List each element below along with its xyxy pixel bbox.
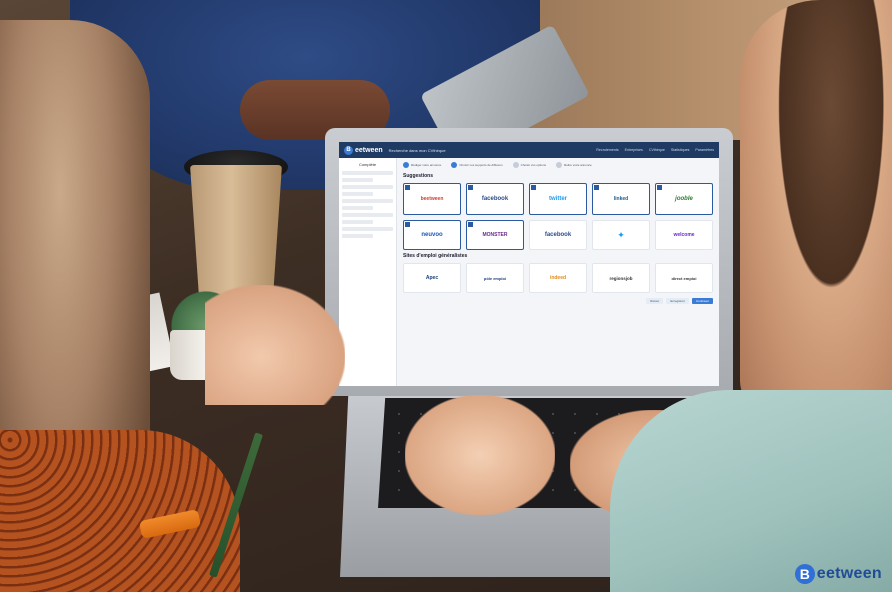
selected-tag [405, 222, 410, 227]
job-board-card[interactable]: jooble [655, 183, 713, 215]
card-logo-text: neuvoo [421, 232, 443, 238]
save-button[interactable]: Enregistrer [666, 298, 689, 304]
footer-buttons: Retour Enregistrer Continuer [403, 298, 713, 304]
card-logo-text: facebook [481, 196, 509, 202]
main-content: Rédiger votre annonce Choisir vos suppor… [397, 158, 719, 386]
sidebar-row[interactable] [342, 213, 393, 217]
job-board-card[interactable]: beetween [403, 183, 461, 215]
logo-text: eetween [355, 146, 383, 154]
back-button[interactable]: Retour [646, 298, 664, 304]
job-board-card[interactable]: regionsjob [592, 263, 650, 293]
card-logo-text: MONSTER [482, 232, 508, 238]
section-title-suggestions: Suggestions [403, 173, 434, 179]
card-logo-text: direct emploi [671, 275, 697, 281]
card-logo-text: jooble [675, 196, 693, 202]
photo-scene: B eetween Recherche dans mon CVthèque Re… [0, 0, 892, 592]
logo-badge: B [344, 145, 353, 155]
job-board-card[interactable]: facebook [529, 220, 587, 250]
selected-tag [531, 185, 536, 190]
watermark-text: eetween [816, 565, 882, 582]
typing-hand-left [405, 395, 555, 515]
job-board-card[interactable]: ✦ [592, 220, 650, 250]
step-dot [403, 162, 409, 168]
mint-shirt [610, 390, 892, 592]
nav-item-recrutements[interactable]: Recrutements [596, 148, 618, 152]
laptop-lid: B eetween Recherche dans mon CVthèque Re… [325, 128, 733, 396]
card-logo-text: linked [613, 196, 629, 202]
page-title: Recherche dans mon CVthèque [388, 147, 446, 153]
section-title-general-sites: Sites d'emploi généralistes [403, 253, 468, 259]
app-body: Complète Rédiger votre annonce Choisir v… [339, 158, 719, 386]
selected-tag [468, 185, 473, 190]
selected-tag [468, 222, 473, 227]
step-2[interactable]: Choisir vos supports de diffusion [451, 162, 503, 168]
job-board-card[interactable]: direct emploi [655, 263, 713, 293]
selected-tag [405, 185, 410, 190]
sidebar-row[interactable] [342, 185, 393, 189]
step-dot [512, 162, 519, 168]
nav-item-entreprises[interactable]: Entreprises [625, 148, 643, 152]
app-header: B eetween Recherche dans mon CVthèque Re… [339, 142, 719, 158]
job-board-card[interactable]: pôle emploi [466, 263, 524, 293]
sidebar-row[interactable] [342, 206, 373, 210]
step-label: Choisir vos options [520, 163, 547, 167]
coffee-cup [190, 165, 282, 300]
sidebar: Complète [339, 158, 397, 386]
card-logo-text: regionsjob [609, 275, 633, 281]
step-label: Relire votre annonce [564, 163, 592, 167]
job-board-card[interactable]: Apec [403, 263, 461, 293]
sidebar-row[interactable] [342, 192, 373, 196]
job-board-card[interactable]: twitter [529, 183, 587, 215]
step-4[interactable]: Relire votre annonce [556, 162, 592, 168]
card-logo-text: indeed [549, 275, 567, 281]
job-board-card[interactable]: welcome [655, 220, 713, 250]
job-board-card[interactable]: facebook [466, 183, 524, 215]
card-logo-text: pôle emploi [483, 275, 507, 281]
sidebar-row[interactable] [342, 234, 373, 238]
job-board-card[interactable]: linked [592, 183, 650, 215]
step-label: Choisir vos supports de diffusion [459, 163, 503, 167]
nav-item-statistiques[interactable]: Statistiques [671, 148, 690, 152]
sidebar-row[interactable] [342, 199, 393, 203]
general-sites-grid: Apec pôle emploi indeed regionsjob direc… [403, 263, 713, 293]
sidebar-title: Complète [358, 162, 377, 167]
sidebar-row[interactable] [342, 227, 393, 231]
step-dot [451, 162, 458, 168]
suggestion-grid-row-2: neuvoo MONSTER facebook ✦ welcome [403, 220, 713, 250]
card-logo-text: twitter [549, 196, 567, 202]
top-nav: Recrutements Entreprises CVthèque Statis… [596, 148, 714, 152]
job-board-card[interactable]: neuvoo [403, 220, 461, 250]
selected-tag [657, 185, 662, 190]
nav-item-cvtheque[interactable]: CVthèque [649, 148, 665, 152]
next-button[interactable]: Continuer [691, 298, 713, 304]
step-label: Rédiger votre annonce [411, 163, 442, 167]
sidebar-row[interactable] [342, 171, 393, 175]
step-3[interactable]: Choisir vos options [512, 162, 547, 168]
twitter-bird-icon: ✦ [617, 229, 625, 240]
step-dot [556, 162, 563, 168]
sidebar-row[interactable] [342, 220, 373, 224]
app-logo[interactable]: B eetween [344, 145, 383, 155]
laptop-screen: B eetween Recherche dans mon CVthèque Re… [339, 142, 719, 386]
woman-right [740, 0, 892, 420]
nav-item-parametres[interactable]: Paramètres [695, 148, 714, 152]
beetween-watermark: B eetween [794, 564, 882, 584]
card-logo-text: beetween [420, 196, 444, 202]
card-logo-text: Apec [425, 275, 439, 281]
job-board-card[interactable]: MONSTER [466, 220, 524, 250]
card-logo-text: welcome [673, 232, 695, 238]
step-1[interactable]: Rédiger votre annonce [403, 162, 441, 168]
suggestion-grid: beetween facebook twitter linked jooble [403, 183, 713, 215]
selected-tag [594, 185, 599, 190]
sidebar-row[interactable] [342, 178, 373, 182]
job-board-card[interactable]: indeed [529, 263, 587, 293]
stepper: Rédiger votre annonce Choisir vos suppor… [403, 162, 713, 168]
pointing-hand [205, 285, 345, 405]
orange-shirt [0, 430, 240, 592]
watermark-logo-badge: B [794, 564, 815, 584]
card-logo-text: facebook [544, 232, 572, 238]
